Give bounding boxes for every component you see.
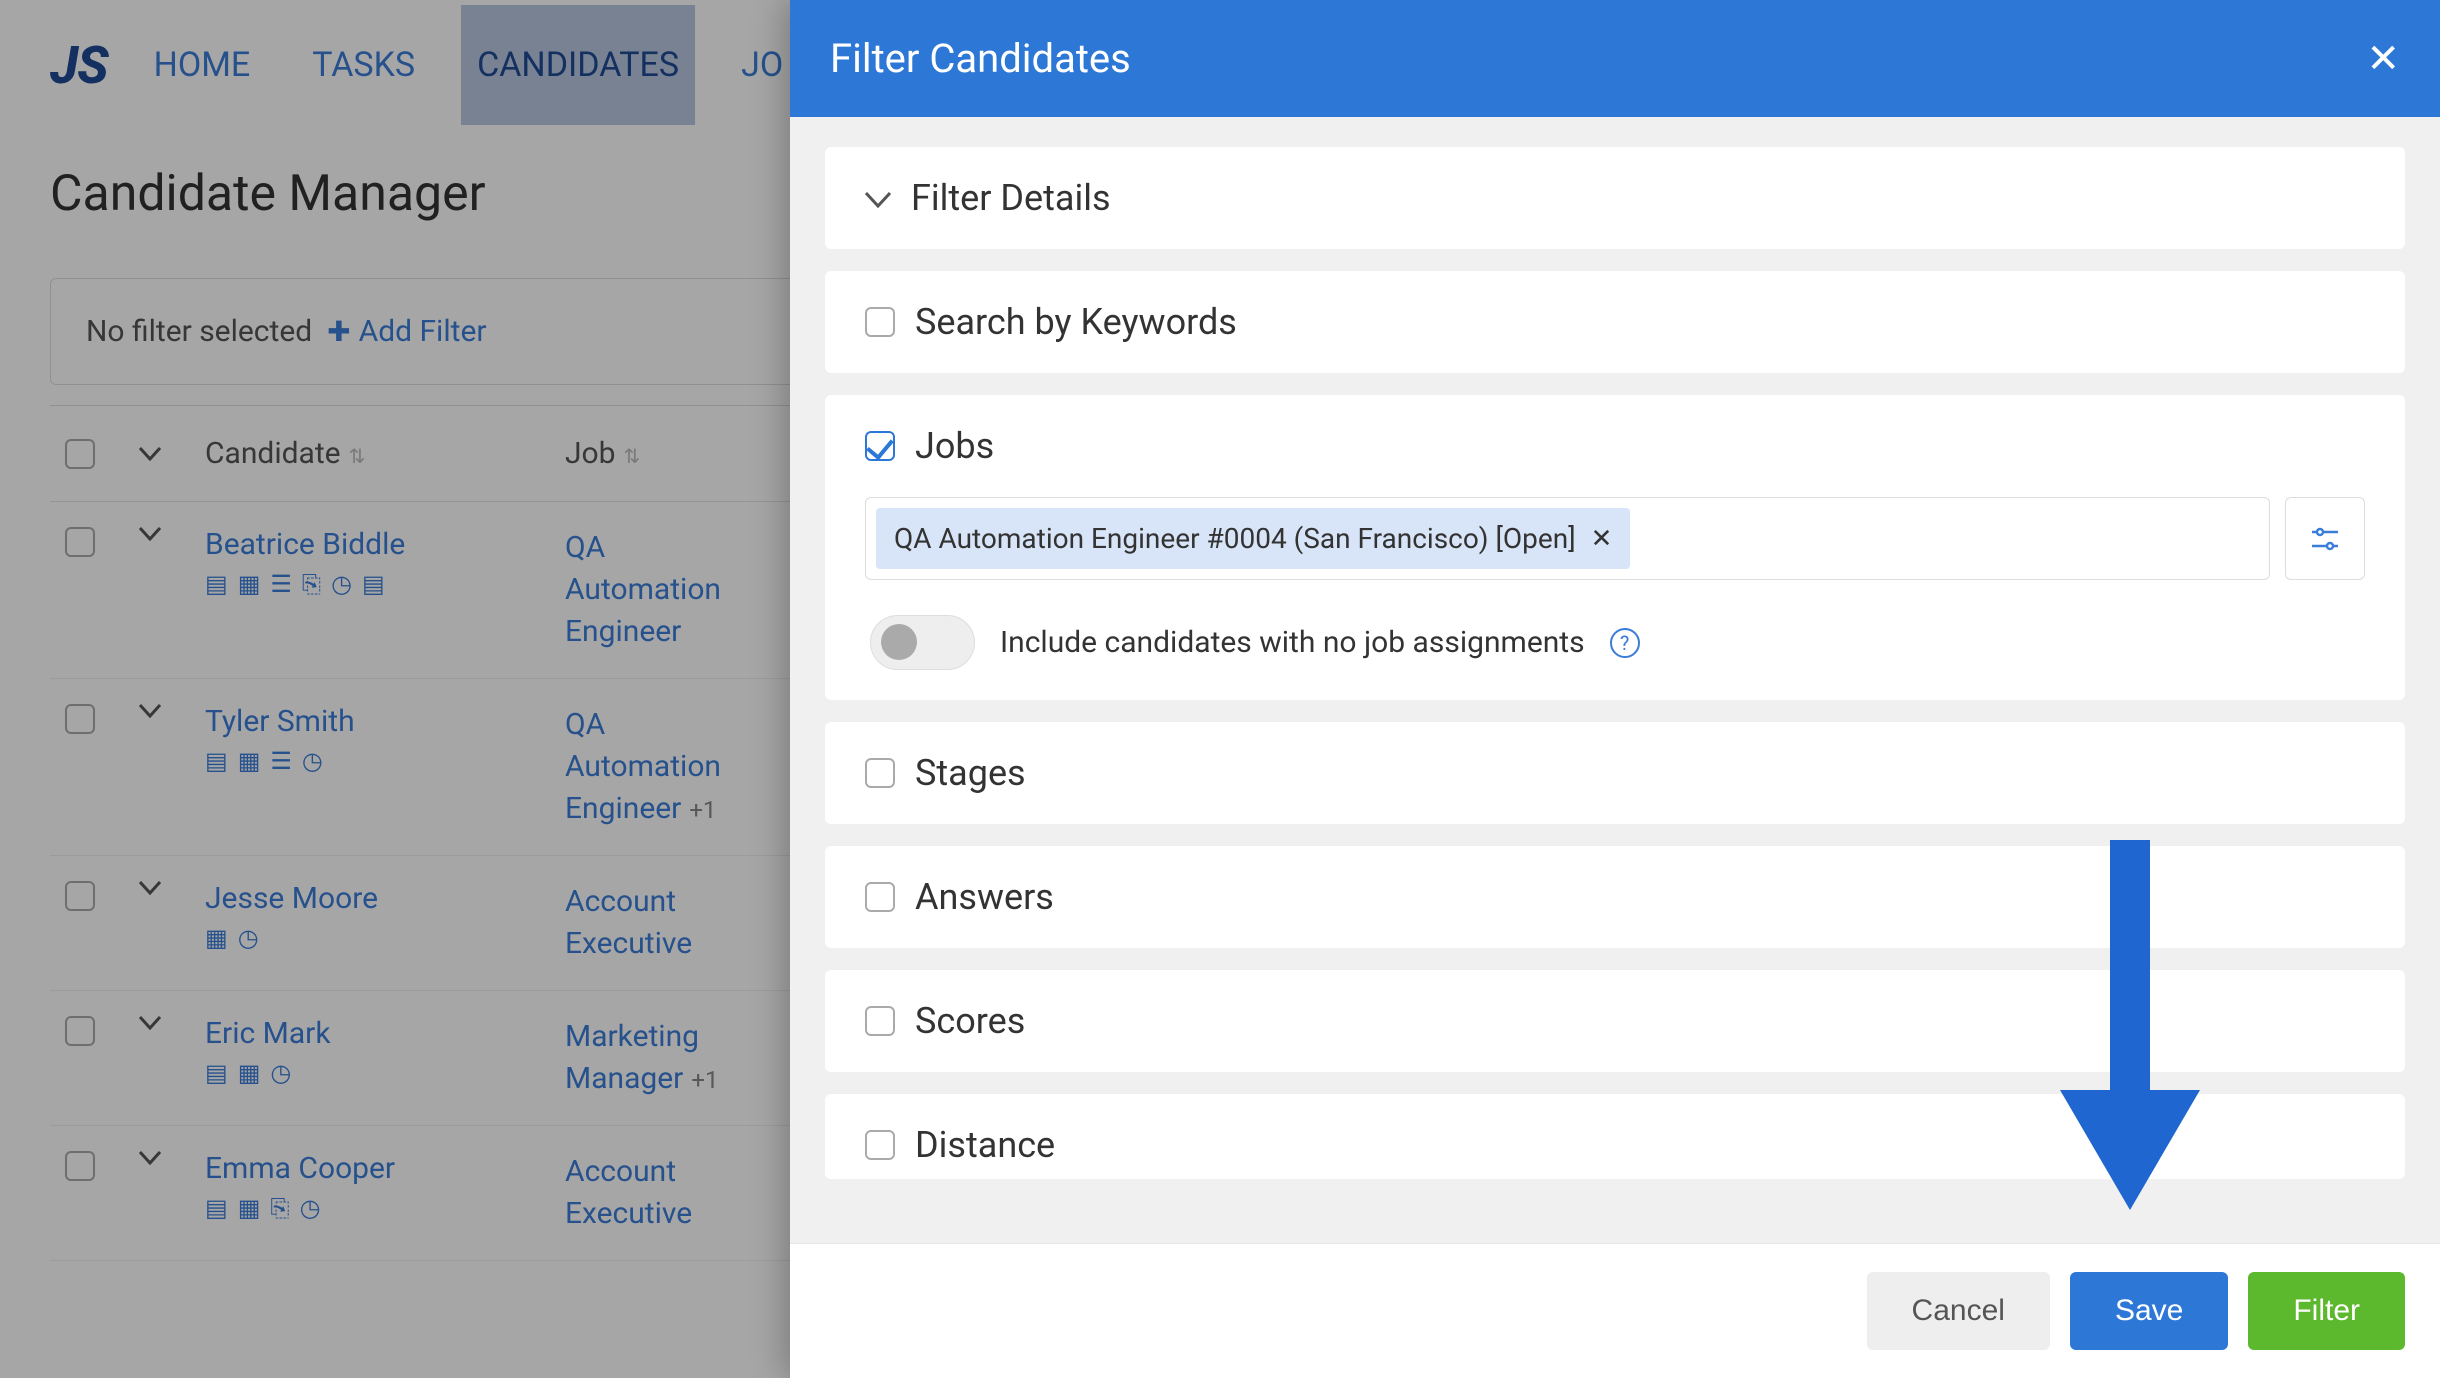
section-label: Search by Keywords [915,301,1237,343]
save-button[interactable]: Save [2070,1272,2228,1350]
section-checkbox[interactable] [865,1006,895,1036]
help-icon[interactable]: ? [1610,628,1640,658]
modal-body: Filter Details Search by Keywords Jobs Q… [790,117,2440,1243]
section-checkbox[interactable] [865,307,895,337]
section-jobs: Jobs QA Automation Engineer #0004 (San F… [825,395,2405,700]
section-checkbox[interactable] [865,758,895,788]
section-stages[interactable]: Stages [825,722,2405,824]
modal-title: Filter Candidates [830,35,1131,82]
section-label: Filter Details [911,177,1111,219]
section-checkbox[interactable] [865,882,895,912]
include-no-job-toggle[interactable] [870,615,975,670]
toggle-label: Include candidates with no job assignmen… [1000,625,1585,660]
chip-remove-icon[interactable]: ✕ [1591,524,1613,554]
section-label: Distance [915,1124,1055,1166]
section-scores[interactable]: Scores [825,970,2405,1072]
section-checkbox-checked[interactable] [865,431,895,461]
job-chip: QA Automation Engineer #0004 (San Franci… [876,508,1630,569]
section-label: Stages [915,752,1026,794]
section-label: Scores [915,1000,1025,1042]
filter-settings-button[interactable] [2285,497,2365,580]
section-checkbox[interactable] [865,1130,895,1160]
cancel-button[interactable]: Cancel [1867,1272,2050,1350]
section-filter-details[interactable]: Filter Details [825,147,2405,249]
filter-button[interactable]: Filter [2248,1272,2405,1350]
jobs-select[interactable]: QA Automation Engineer #0004 (San Franci… [865,497,2270,580]
section-distance[interactable]: Distance [825,1094,2405,1179]
section-search-keywords[interactable]: Search by Keywords [825,271,2405,373]
chevron-down-icon [865,182,891,215]
section-label: Answers [915,876,1054,918]
modal-footer: Cancel Save Filter [790,1243,2440,1378]
section-answers[interactable]: Answers [825,846,2405,948]
close-icon[interactable]: ✕ [2366,35,2400,82]
chip-label: QA Automation Engineer #0004 (San Franci… [894,522,1576,555]
filter-modal: Filter Candidates ✕ Filter Details Searc… [790,0,2440,1378]
section-label: Jobs [915,425,994,467]
modal-header: Filter Candidates ✕ [790,0,2440,117]
